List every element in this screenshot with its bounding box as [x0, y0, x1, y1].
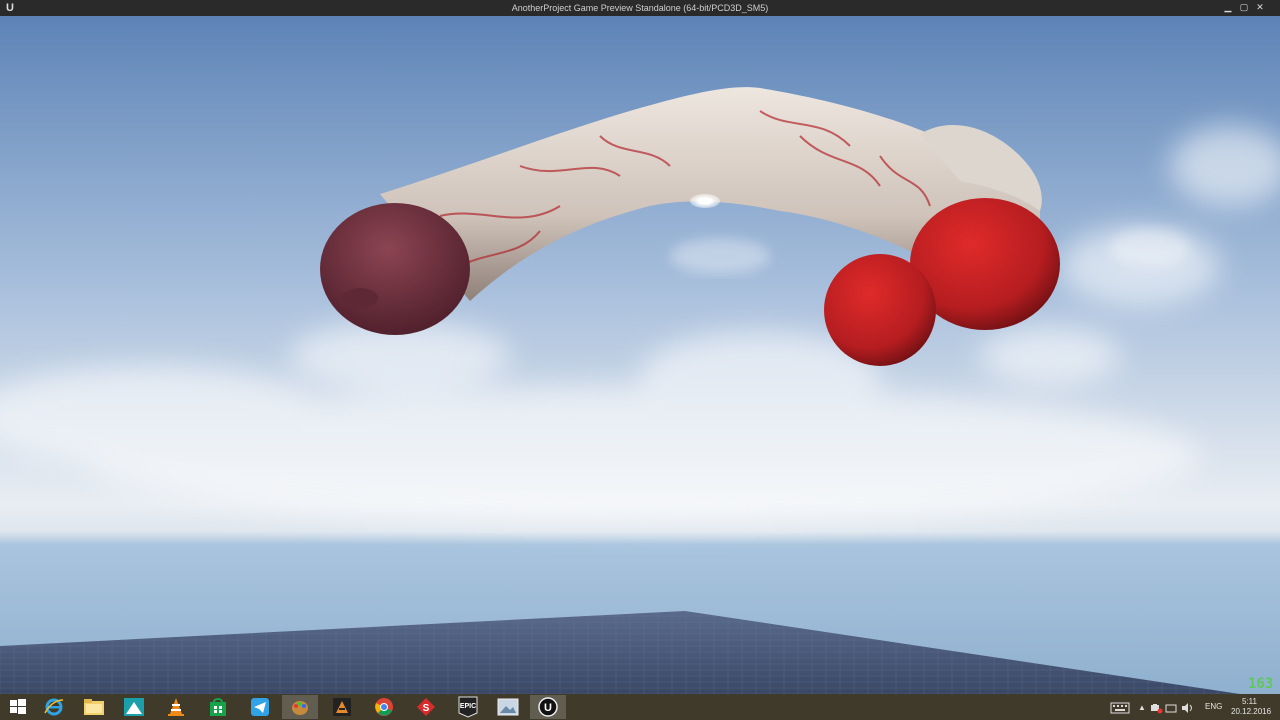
clock-time[interactable]: 5:11: [1242, 697, 1257, 707]
windows-logo-icon[interactable]: [0, 695, 36, 719]
internet-explorer-icon[interactable]: [36, 695, 72, 719]
game-app-icon[interactable]: [324, 695, 360, 719]
image-viewer-icon[interactable]: [490, 695, 526, 719]
red-app-icon[interactable]: S: [408, 695, 444, 719]
mountain-app-icon[interactable]: [116, 695, 152, 719]
maximize-button[interactable]: ▢: [1237, 1, 1251, 13]
epic-games-icon[interactable]: EPIC: [450, 695, 486, 719]
windows-taskbar: S EPIC U ▲ ENG 5:11 20.12.2016: [0, 694, 1280, 720]
window-title: AnotherProject Game Preview Standalone (…: [511, 3, 769, 13]
vlc-cone-icon[interactable]: [158, 695, 194, 719]
svg-text:EPIC: EPIC: [460, 703, 476, 710]
chrome-icon[interactable]: [366, 695, 402, 719]
tray-overflow-icon[interactable]: ▲: [1138, 703, 1146, 712]
clock-date[interactable]: 20.12.2016: [1231, 707, 1271, 717]
svg-text:S: S: [423, 703, 430, 714]
fps-counter: 163: [1248, 676, 1274, 692]
tray-status-icons[interactable]: [1150, 701, 1196, 714]
unreal-engine-icon[interactable]: U: [530, 695, 566, 719]
telegram-icon[interactable]: [242, 695, 278, 719]
game-viewport[interactable]: [0, 16, 1280, 694]
close-button[interactable]: ✕: [1253, 1, 1267, 13]
window-title-bar: U AnotherProject Game Preview Standalone…: [0, 0, 1280, 16]
3d-model: [320, 87, 1060, 366]
paint-palette-icon[interactable]: [282, 695, 318, 719]
store-bag-icon[interactable]: [200, 695, 236, 719]
keyboard-icon[interactable]: [1110, 701, 1130, 714]
language-indicator[interactable]: ENG: [1205, 702, 1222, 712]
folder-icon[interactable]: [76, 695, 112, 719]
minimize-button[interactable]: ▁: [1221, 1, 1235, 13]
sun-glare: [690, 194, 720, 208]
svg-text:U: U: [544, 702, 552, 714]
